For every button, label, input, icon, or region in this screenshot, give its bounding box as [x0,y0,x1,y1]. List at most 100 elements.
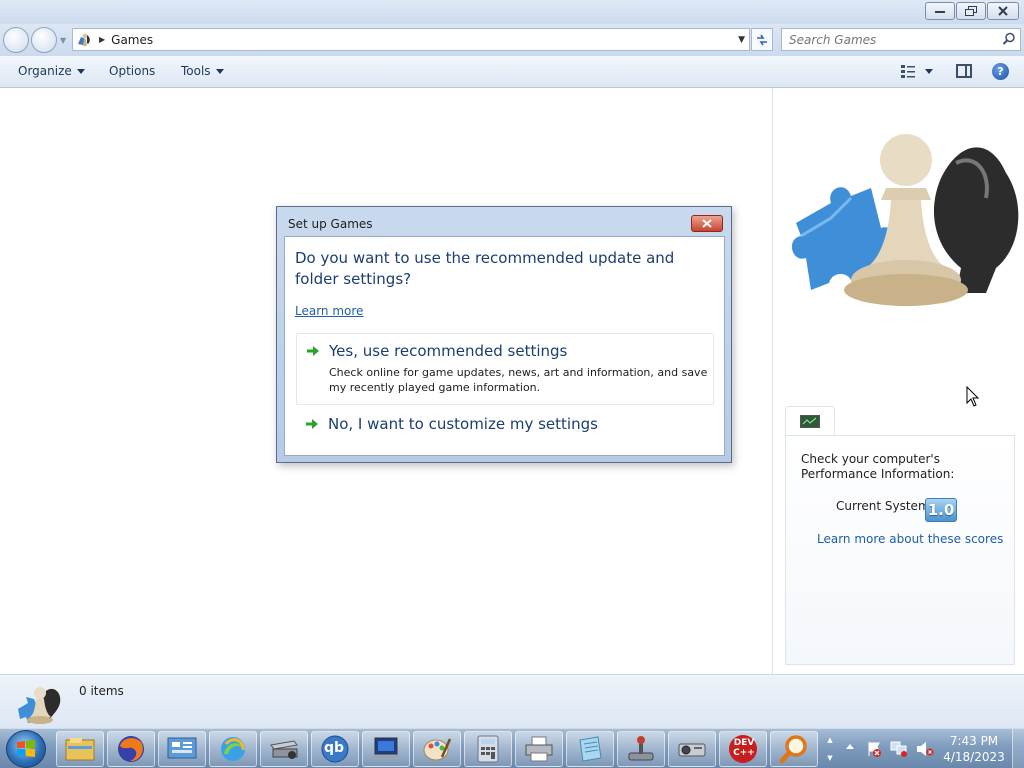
monitor-icon [800,414,820,428]
refresh-button[interactable] [751,28,773,51]
option-no-title: No, I want to customize my settings [328,415,598,433]
setup-games-dialog: Set up Games Do you want to use the reco… [276,206,732,463]
dialog-body: Do you want to use the recommended updat… [284,236,725,456]
notepad-icon [579,736,602,762]
green-arrow-icon [306,419,318,429]
firefox-taskbar-button[interactable] [107,731,155,767]
help-button[interactable]: ? [992,63,1009,80]
taskbar-scroll[interactable]: ▲ ▼ [823,731,837,767]
back-button[interactable] [3,27,29,53]
address-row: ▼ ▶ Games ▼ [0,24,1024,56]
performance-tab[interactable] [785,406,835,436]
control-panel-taskbar-button[interactable] [158,731,206,767]
close-icon [702,219,712,228]
chevron-down-icon [215,68,224,74]
calculator-taskbar-button[interactable] [464,731,512,767]
details-pane: 0 items [0,674,1024,728]
qbittorrent-taskbar-button[interactable]: qb [311,731,359,767]
network-icon[interactable] [890,741,908,757]
magnifier-icon [779,735,807,764]
notepad-taskbar-button[interactable] [566,731,614,767]
tools-menu[interactable]: Tools [181,64,224,78]
organize-label: Organize [18,64,72,78]
preview-pane-button[interactable] [956,64,972,78]
magnifier-taskbar-button[interactable] [770,731,818,767]
chevron-down-icon [76,68,85,74]
start-button[interactable] [6,730,46,768]
volume-muted-icon[interactable] [916,741,934,757]
scanner-taskbar-button[interactable] [260,731,308,767]
remote-desktop-taskbar-button[interactable] [362,731,410,767]
joystick-taskbar-button[interactable] [617,731,665,767]
options-button[interactable]: Options [109,64,155,78]
options-label: Options [109,64,156,78]
close-window-button[interactable] [987,2,1019,20]
dev-cpp-taskbar-button[interactable]: DEV C++ [719,731,767,767]
close-icon [998,6,1008,16]
chevron-up-icon[interactable]: ▲ [827,736,832,744]
dev-cpp-label: DEV C++ [733,738,755,758]
show-hidden-icons-icon[interactable] [846,744,854,749]
search-input[interactable] [789,32,989,47]
performance-score-badge: 1.0 [925,498,957,522]
breadcrumb-arrow-icon[interactable]: ▶ [99,35,105,44]
mouse-cursor-icon [966,386,980,407]
projector-taskbar-button[interactable] [668,731,716,767]
scanner-icon [270,740,298,759]
dialog-title: Set up Games [288,217,373,231]
recent-pages-chevron-icon[interactable]: ▼ [60,36,66,45]
command-bar: Organize Options Tools [0,56,1024,88]
games-folder-icon [18,687,61,724]
minimize-icon [935,11,945,13]
printer-taskbar-button[interactable] [515,731,563,767]
title-bar[interactable] [0,0,1024,24]
action-center-icon[interactable] [866,741,882,757]
option-yes-description: Check online for game updates, news, art… [329,366,708,394]
clock-date[interactable]: 4/18/2023 [940,750,1008,764]
view-options-icon [901,65,915,78]
minimize-button[interactable] [925,2,955,20]
projector-icon [678,743,706,757]
customize-settings-option[interactable]: No, I want to customize my settings [296,409,714,439]
chevron-down-icon[interactable]: ▼ [827,754,832,762]
organize-menu[interactable]: Organize [18,64,85,78]
change-view-button[interactable] [900,63,933,79]
paint-taskbar-button[interactable] [413,731,461,767]
joystick-icon [628,736,654,761]
address-dropdown-icon[interactable]: ▼ [738,35,745,45]
search-icon[interactable] [1002,32,1016,46]
search-box[interactable] [781,28,1021,51]
calculator-icon [477,735,499,763]
remote-desktop-icon [373,737,399,759]
printer-icon [525,736,553,762]
use-recommended-settings-option[interactable]: Yes, use recommended settings Check onli… [296,333,714,405]
clock-time[interactable]: 7:43 PM [944,734,1004,748]
restore-icon [965,6,977,16]
forward-button[interactable] [31,27,57,53]
dialog-close-button[interactable] [691,215,723,232]
breadcrumb-games[interactable]: Games [111,33,153,47]
dialog-question: Do you want to use the recommended updat… [295,249,675,288]
chevron-down-icon [925,68,933,74]
address-bar[interactable]: ▶ Games ▼ [72,28,750,51]
firefox-icon [118,736,144,762]
file-explorer-taskbar-button[interactable] [56,731,104,767]
show-desktop-button[interactable] [1012,729,1024,768]
learn-more-scores-link[interactable]: Learn more about these scores [817,532,1003,546]
paint-icon [423,738,452,761]
preview-panel: Check your computer's Performance Inform… [772,88,1024,674]
performance-heading: Check your computer's Performance Inform… [801,452,955,481]
option-yes-title: Yes, use recommended settings [329,342,568,360]
games-folder-icon [78,33,90,46]
taskbar: qb DEV C++ ▲ ▼ 7:43 PM 4/18/2023 [0,728,1024,768]
games-hero-art-icon [791,134,1019,306]
refresh-icon [757,34,767,45]
windows-logo-icon [17,740,35,757]
learn-more-link[interactable]: Learn more [295,304,363,318]
performance-panel: Check your computer's Performance Inform… [785,435,1015,665]
green-arrow-icon [307,346,319,356]
browser-taskbar-button[interactable] [209,731,257,767]
control-panel-icon [167,737,197,759]
tools-label: Tools [181,64,211,78]
restore-button[interactable] [956,2,986,20]
